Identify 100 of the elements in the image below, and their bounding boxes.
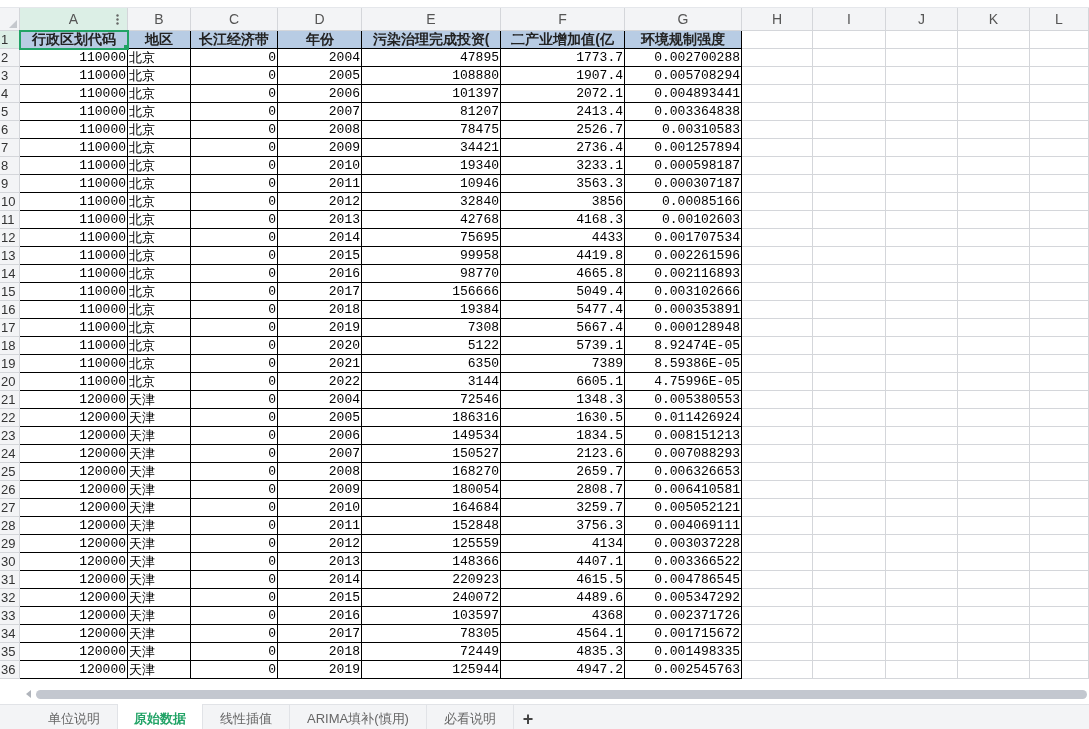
empty-cell[interactable]	[1030, 229, 1089, 247]
empty-cell[interactable]	[813, 463, 886, 481]
table-cell[interactable]: 2017	[278, 625, 362, 643]
table-cell[interactable]: 2014	[278, 229, 362, 247]
empty-cell[interactable]	[742, 535, 813, 553]
table-cell[interactable]: 101397	[362, 85, 501, 103]
table-cell[interactable]: 5739.1	[501, 337, 625, 355]
row-number[interactable]: 34	[0, 625, 20, 643]
table-cell[interactable]: 2020	[278, 337, 362, 355]
column-header[interactable]: G	[625, 8, 742, 31]
empty-cell[interactable]	[886, 31, 958, 49]
empty-cell[interactable]	[742, 409, 813, 427]
table-cell[interactable]: 0.005380553	[625, 391, 742, 409]
table-cell[interactable]: 180054	[362, 481, 501, 499]
table-cell[interactable]: 42768	[362, 211, 501, 229]
table-cell[interactable]: 2123.6	[501, 445, 625, 463]
empty-cell[interactable]	[886, 445, 958, 463]
empty-cell[interactable]	[813, 319, 886, 337]
table-cell[interactable]: 7308	[362, 319, 501, 337]
empty-cell[interactable]	[813, 535, 886, 553]
empty-cell[interactable]	[1030, 445, 1089, 463]
table-cell[interactable]: 110000	[20, 283, 128, 301]
empty-cell[interactable]	[886, 337, 958, 355]
table-cell[interactable]: 110000	[20, 319, 128, 337]
row-number[interactable]: 10	[0, 193, 20, 211]
empty-cell[interactable]	[1030, 211, 1089, 229]
row-number[interactable]: 2	[0, 49, 20, 67]
table-cell[interactable]: 110000	[20, 139, 128, 157]
column-header[interactable]: F	[501, 8, 625, 31]
table-cell[interactable]: 78305	[362, 625, 501, 643]
empty-cell[interactable]	[813, 427, 886, 445]
empty-cell[interactable]	[813, 445, 886, 463]
table-cell[interactable]: 0.004786545	[625, 571, 742, 589]
column-heading-cell[interactable]: 行政区划代码	[20, 31, 128, 49]
empty-cell[interactable]	[813, 193, 886, 211]
empty-cell[interactable]	[813, 31, 886, 49]
table-cell[interactable]: 天津	[128, 481, 191, 499]
table-cell[interactable]: 120000	[20, 643, 128, 661]
row-number[interactable]: 28	[0, 517, 20, 535]
empty-cell[interactable]	[742, 49, 813, 67]
empty-cell[interactable]	[742, 427, 813, 445]
empty-cell[interactable]	[958, 409, 1030, 427]
empty-cell[interactable]	[958, 193, 1030, 211]
table-cell[interactable]: 0.000128948	[625, 319, 742, 337]
table-cell[interactable]: 110000	[20, 211, 128, 229]
table-cell[interactable]: 2013	[278, 553, 362, 571]
empty-cell[interactable]	[958, 499, 1030, 517]
row-number[interactable]: 4	[0, 85, 20, 103]
table-cell[interactable]: 0	[191, 409, 278, 427]
table-cell[interactable]: 5667.4	[501, 319, 625, 337]
row-number[interactable]: 9	[0, 175, 20, 193]
row-number[interactable]: 30	[0, 553, 20, 571]
empty-cell[interactable]	[886, 85, 958, 103]
empty-cell[interactable]	[958, 427, 1030, 445]
table-cell[interactable]: 天津	[128, 517, 191, 535]
row-number[interactable]: 29	[0, 535, 20, 553]
table-cell[interactable]: 0	[191, 67, 278, 85]
empty-cell[interactable]	[742, 67, 813, 85]
empty-cell[interactable]	[742, 301, 813, 319]
table-cell[interactable]: 4.75996E-05	[625, 373, 742, 391]
table-cell[interactable]: 19384	[362, 301, 501, 319]
table-cell[interactable]: 7389	[501, 355, 625, 373]
table-cell[interactable]: 2018	[278, 643, 362, 661]
empty-cell[interactable]	[1030, 67, 1089, 85]
empty-cell[interactable]	[742, 85, 813, 103]
table-cell[interactable]: 0.00310583	[625, 121, 742, 139]
table-cell[interactable]: 0	[191, 103, 278, 121]
empty-cell[interactable]	[1030, 49, 1089, 67]
table-cell[interactable]: 120000	[20, 553, 128, 571]
table-cell[interactable]: 0.001498335	[625, 643, 742, 661]
table-cell[interactable]: 0.002700288	[625, 49, 742, 67]
row-number[interactable]: 7	[0, 139, 20, 157]
table-cell[interactable]: 120000	[20, 625, 128, 643]
empty-cell[interactable]	[1030, 607, 1089, 625]
table-cell[interactable]: 2006	[278, 427, 362, 445]
table-cell[interactable]: 0.002116893	[625, 265, 742, 283]
table-cell[interactable]: 北京	[128, 265, 191, 283]
table-cell[interactable]: 72449	[362, 643, 501, 661]
table-cell[interactable]: 0	[191, 535, 278, 553]
more-icon[interactable]	[116, 14, 119, 25]
empty-cell[interactable]	[958, 463, 1030, 481]
table-cell[interactable]: 北京	[128, 103, 191, 121]
empty-cell[interactable]	[813, 499, 886, 517]
empty-cell[interactable]	[742, 355, 813, 373]
table-cell[interactable]: 150527	[362, 445, 501, 463]
empty-cell[interactable]	[742, 121, 813, 139]
empty-cell[interactable]	[1030, 139, 1089, 157]
table-cell[interactable]: 148366	[362, 553, 501, 571]
table-cell[interactable]: 北京	[128, 319, 191, 337]
empty-cell[interactable]	[813, 661, 886, 679]
empty-cell[interactable]	[1030, 31, 1089, 49]
empty-cell[interactable]	[958, 85, 1030, 103]
table-cell[interactable]: 0.000307187	[625, 175, 742, 193]
table-cell[interactable]: 4947.2	[501, 661, 625, 679]
empty-cell[interactable]	[958, 67, 1030, 85]
empty-cell[interactable]	[742, 661, 813, 679]
table-cell[interactable]: 0	[191, 427, 278, 445]
table-cell[interactable]: 0.002261596	[625, 247, 742, 265]
empty-cell[interactable]	[813, 283, 886, 301]
empty-cell[interactable]	[1030, 373, 1089, 391]
